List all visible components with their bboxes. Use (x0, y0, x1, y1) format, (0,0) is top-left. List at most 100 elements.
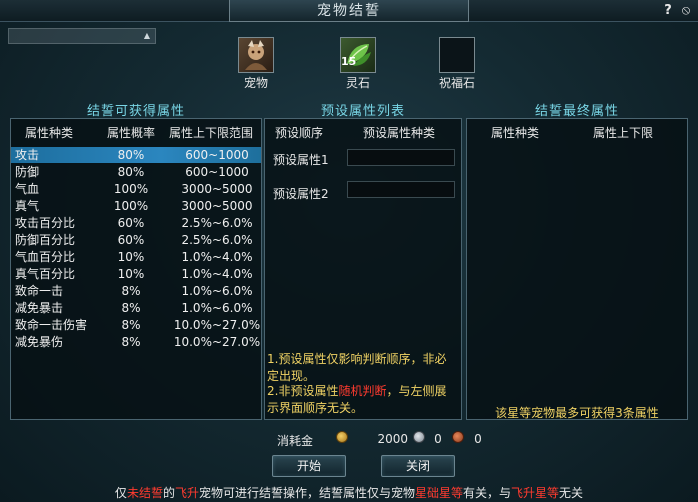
attribute-row[interactable]: 减免暴击 8% 1.0%~6.0% (11, 300, 261, 316)
attribute-name: 致命一击 (15, 284, 64, 298)
attribute-range: 2.5%~6.0% (181, 233, 253, 247)
spirit-stone-count: 15 (341, 55, 357, 68)
cost-label: 消耗金 (277, 434, 314, 448)
gold-coin-icon (336, 431, 348, 443)
cost-copper-value: 0 (474, 432, 482, 446)
attribute-range: 10.0%~27.0% (173, 335, 261, 349)
background-list-strip (8, 28, 156, 44)
attribute-prob: 8% (121, 335, 141, 349)
attribute-name: 攻击 (15, 148, 40, 162)
attribute-prob: 100% (113, 182, 149, 196)
pet-slot-label: 宠物 (243, 76, 268, 90)
attribute-name: 真气 (15, 199, 40, 213)
attribute-range: 1.0%~4.0% (181, 267, 253, 281)
col-header-range: 属性上下限范围 (169, 126, 254, 140)
attribute-range: 2.5%~6.0% (181, 216, 253, 230)
attribute-prob: 100% (113, 199, 149, 213)
attribute-row[interactable]: 攻击百分比 60% 2.5%~6.0% (11, 215, 261, 231)
preset-attributes-title: 预设属性列表 (320, 104, 405, 119)
attribute-prob: 10% (117, 267, 145, 281)
triangle-up-icon: ▲ (143, 31, 151, 40)
attribute-row[interactable]: 减免暴伤 8% 10.0%~27.0% (11, 334, 261, 350)
attribute-prob: 10% (117, 250, 145, 264)
attribute-range: 1.0%~6.0% (181, 301, 253, 315)
spirit-stone-label: 灵石 (345, 76, 370, 90)
attribute-range: 600~1000 (185, 148, 249, 162)
note-text: 仅 (114, 486, 127, 500)
attribute-range: 3000~5000 (181, 182, 253, 196)
cost-gold-value: 2000 (377, 432, 408, 446)
attribute-name: 防御百分比 (15, 233, 76, 247)
attribute-range: 10.0%~27.0% (173, 318, 261, 332)
attribute-name: 减免暴击 (15, 301, 64, 315)
preset-label-1: 预设属性1 (273, 153, 329, 167)
obtainable-attributes-panel: 属性种类 属性概率 属性上下限范围 攻击 80% 600~1000 防御 80%… (10, 118, 262, 420)
blessing-stone-slot[interactable] (439, 37, 475, 73)
preset-select-2[interactable] (347, 181, 455, 198)
col-header-order: 预设顺序 (275, 126, 324, 140)
start-button[interactable]: 开始 (272, 455, 346, 477)
help-icon[interactable]: ? (660, 3, 676, 19)
silver-coin-icon (413, 431, 425, 443)
note-warning-text: 飞升 (174, 486, 199, 500)
attribute-row[interactable]: 致命一击伤害 8% 10.0%~27.0% (11, 317, 261, 333)
col-header-type: 属性种类 (25, 126, 74, 140)
note-warning-text: 飞升星等 (511, 486, 560, 500)
attribute-range: 1.0%~4.0% (181, 250, 253, 264)
preset-note-1: 1.预设属性仅影响判断顺序，非必定出现。 (267, 352, 447, 383)
close-button[interactable]: 关闭 (381, 455, 455, 477)
attribute-range: 3000~5000 (181, 199, 253, 213)
attribute-row[interactable]: 致命一击 8% 1.0%~6.0% (11, 283, 261, 299)
note-text: 无关 (559, 486, 584, 500)
attribute-name: 防御 (15, 165, 40, 179)
close-icon[interactable]: ⦸ (678, 3, 694, 19)
obtainable-attributes-title: 结誓可获得属性 (86, 104, 185, 119)
attribute-row[interactable]: 攻击 80% 600~1000 (11, 147, 261, 163)
attribute-name: 气血 (15, 182, 40, 196)
preset-note-2: 2.非预设属性随机判断，与左侧展示界面顺序无关。 (267, 383, 457, 417)
attribute-row[interactable]: 防御百分比 60% 2.5%~6.0% (11, 232, 261, 248)
attribute-prob: 80% (117, 148, 145, 162)
preset-label-2: 预设属性2 (273, 187, 329, 201)
attribute-prob: 60% (117, 233, 145, 247)
bottom-rule-note: 仅未结誓的飞升宠物可进行结誓操作，结誓属性仅与宠物星础星等有关，与飞升星等无关 (0, 484, 698, 501)
attribute-row[interactable]: 防御 80% 600~1000 (11, 164, 261, 180)
note-text: 的 (162, 486, 175, 500)
note-warning-text: 星础星等 (415, 486, 464, 500)
attribute-prob: 8% (121, 284, 141, 298)
note-text: 2.非预设属性 (267, 384, 339, 398)
col-header-final-range: 属性上下限 (593, 126, 654, 140)
attribute-range: 600~1000 (185, 165, 249, 179)
copper-coin-icon (452, 431, 464, 443)
max-attributes-note: 该星等宠物最多可获得3条属性 (495, 406, 659, 420)
pet-portrait-icon (245, 40, 267, 70)
window-title: 宠物结誓 (229, 0, 469, 22)
attribute-prob: 80% (117, 165, 145, 179)
final-attributes-panel: 属性种类 属性上下限 (466, 118, 688, 420)
cost-silver-value: 0 (434, 432, 442, 446)
attribute-row[interactable]: 真气百分比 10% 1.0%~4.0% (11, 266, 261, 282)
col-header-final-type: 属性种类 (491, 126, 540, 140)
attribute-prob: 8% (121, 318, 141, 332)
preset-select-1[interactable] (347, 149, 455, 166)
attribute-name: 攻击百分比 (15, 216, 76, 230)
pet-slot[interactable] (238, 37, 274, 73)
note-warning-text: 未结誓 (126, 486, 163, 500)
attribute-name: 真气百分比 (15, 267, 76, 281)
note-text: 有关，与 (463, 486, 512, 500)
attribute-prob: 8% (121, 301, 141, 315)
final-attributes-title: 结誓最终属性 (534, 104, 619, 119)
attribute-prob: 60% (117, 216, 145, 230)
col-header-prob: 属性概率 (107, 126, 156, 140)
attribute-row[interactable]: 真气 100% 3000~5000 (11, 198, 261, 214)
attribute-range: 1.0%~6.0% (181, 284, 253, 298)
attribute-name: 致命一击伤害 (15, 318, 88, 332)
attribute-name: 减免暴伤 (15, 335, 64, 349)
attribute-row[interactable]: 气血百分比 10% 1.0%~4.0% (11, 249, 261, 265)
note-warning-text: 随机判断 (338, 384, 387, 398)
attribute-row[interactable]: 气血 100% 3000~5000 (11, 181, 261, 197)
attribute-name: 气血百分比 (15, 250, 76, 264)
note-text: 宠物可进行结誓操作，结誓属性仅与宠物 (198, 486, 415, 500)
blessing-stone-label: 祝福石 (438, 76, 475, 90)
col-header-preset-type: 预设属性种类 (363, 126, 436, 140)
